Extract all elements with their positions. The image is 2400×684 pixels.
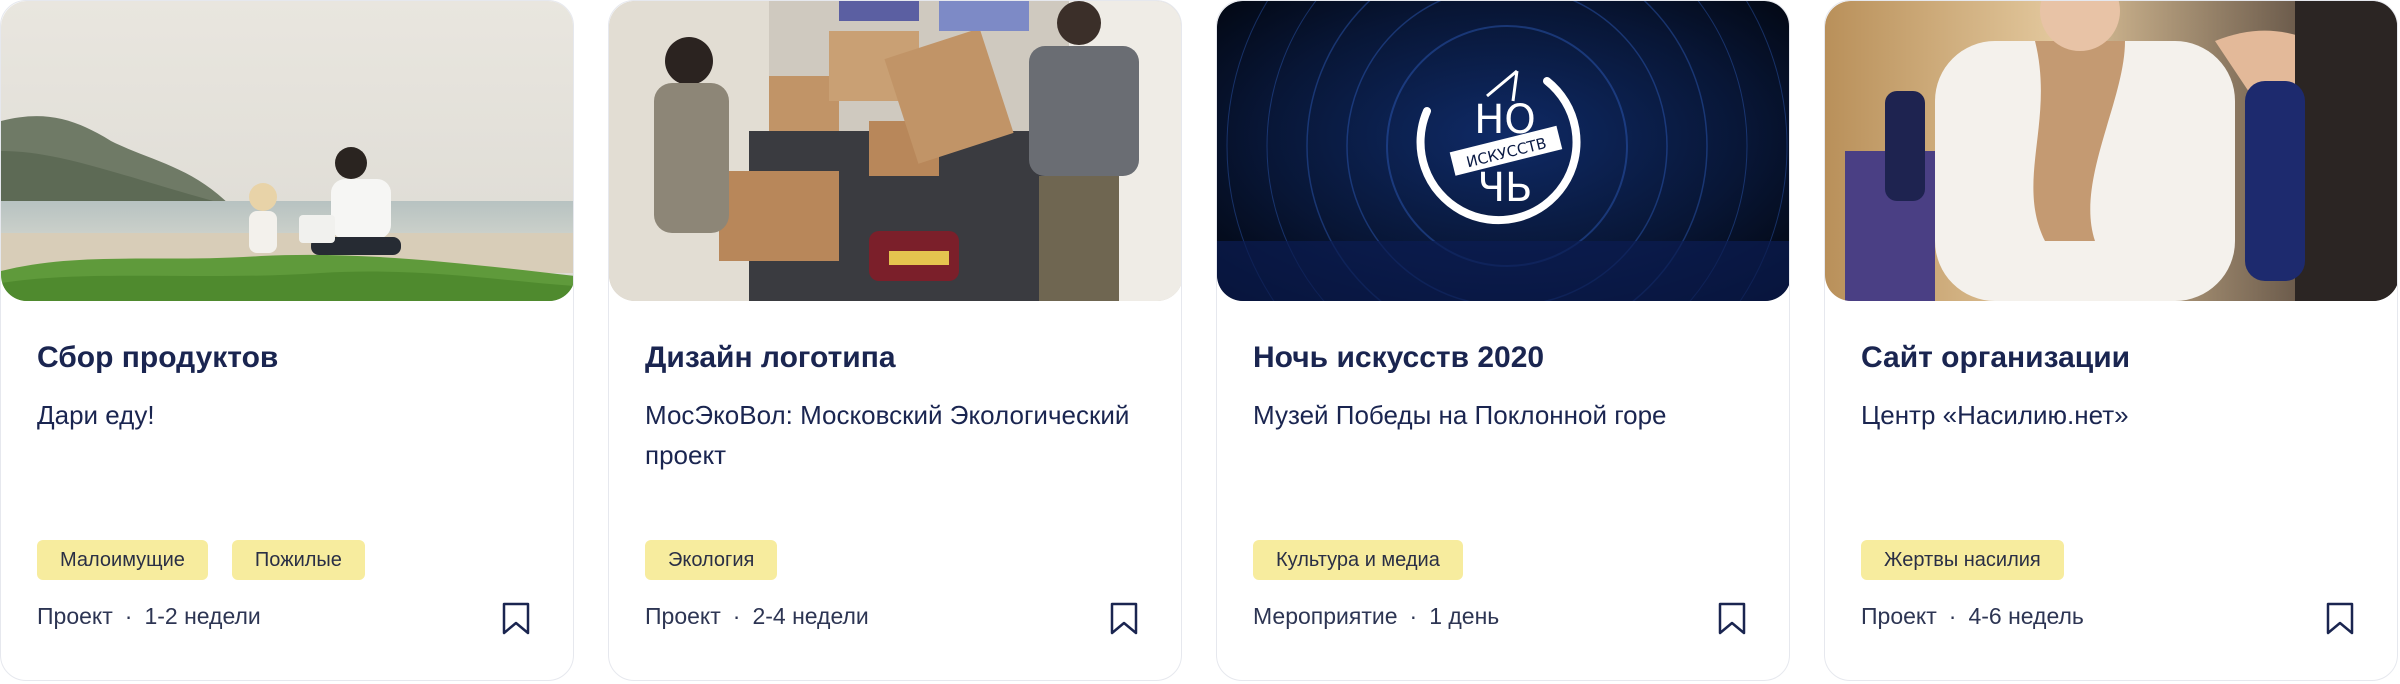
card-duration: 4-6 недель — [1968, 603, 2084, 629]
card-duration: 1-2 недели — [144, 603, 261, 629]
card-organization: МосЭкоВол: Московский Экологический прое… — [645, 400, 1130, 470]
night-of-arts-logo-photo-icon: НО ИСКУССТВ ЧЬ — [1217, 1, 1789, 301]
project-card-night-of-arts[interactable]: НО ИСКУССТВ ЧЬ Ночь искусств 2020 Музей … — [1216, 0, 1790, 681]
card-meta: Проект · 4-6 недель — [1861, 603, 2084, 630]
card-type: Проект — [645, 603, 721, 629]
project-cards-row: Сбор продуктов Дари еду! Малоимущие Пожи… — [0, 0, 2400, 684]
card-title[interactable]: Ночь искусств 2020 — [1253, 341, 1544, 375]
card-organization: Музей Победы на Поклонной горе — [1253, 400, 1667, 430]
tag-badge[interactable]: Пожилые — [231, 540, 365, 580]
card-title[interactable]: Сайт организации — [1861, 341, 2130, 375]
bookmark-icon[interactable] — [501, 602, 531, 636]
card-type: Проект — [37, 603, 113, 629]
card-tags: Жертвы насилия — [1861, 540, 2064, 580]
wheelchair-woman-photo-icon — [1825, 1, 2397, 301]
bookmark-icon[interactable] — [1717, 602, 1747, 636]
card-photo[interactable] — [1, 1, 573, 301]
tag-badge[interactable]: Экология — [645, 540, 778, 580]
card-organization: Центр «Насилию.нет» — [1861, 400, 2129, 430]
beach-people-photo-icon — [1, 1, 573, 301]
tag-badge[interactable]: Жертвы насилия — [1861, 540, 2064, 580]
card-title[interactable]: Сбор продуктов — [37, 341, 278, 375]
card-tags: Малоимущие Пожилые — [37, 540, 365, 580]
meta-separator: · — [1948, 603, 1957, 629]
card-meta: Проект · 1-2 недели — [37, 603, 261, 630]
meta-separator: · — [124, 603, 133, 629]
project-card-logo-design[interactable]: Дизайн логотипа МосЭкоВол: Московский Эк… — [608, 0, 1182, 681]
card-photo[interactable] — [1825, 1, 2397, 301]
card-tags: Экология — [645, 540, 778, 580]
logo-text-bottom: ЧЬ — [1478, 165, 1533, 211]
card-photo[interactable] — [609, 1, 1181, 301]
card-tags: Культура и медиа — [1253, 540, 1463, 580]
card-type: Проект — [1861, 603, 1937, 629]
card-meta: Мероприятие · 1 день — [1253, 603, 1499, 630]
tag-badge[interactable]: Культура и медиа — [1253, 540, 1463, 580]
bookmark-icon[interactable] — [1109, 602, 1139, 636]
card-type: Мероприятие — [1253, 603, 1398, 629]
card-title[interactable]: Дизайн логотипа — [645, 341, 896, 375]
project-card-food-collection[interactable]: Сбор продуктов Дари еду! Малоимущие Пожи… — [0, 0, 574, 681]
volunteers-boxes-photo-icon — [609, 1, 1181, 301]
card-duration: 2-4 недели — [752, 603, 869, 629]
meta-separator: · — [732, 603, 741, 629]
card-meta: Проект · 2-4 недели — [645, 603, 869, 630]
card-duration: 1 день — [1429, 603, 1500, 629]
tag-badge[interactable]: Малоимущие — [37, 540, 208, 580]
card-organization: Дари еду! — [37, 400, 155, 430]
bookmark-icon[interactable] — [2325, 602, 2355, 636]
project-card-organization-site[interactable]: Сайт организации Центр «Насилию.нет» Жер… — [1824, 0, 2398, 681]
meta-separator: · — [1409, 603, 1418, 629]
card-photo[interactable]: НО ИСКУССТВ ЧЬ — [1217, 1, 1789, 301]
